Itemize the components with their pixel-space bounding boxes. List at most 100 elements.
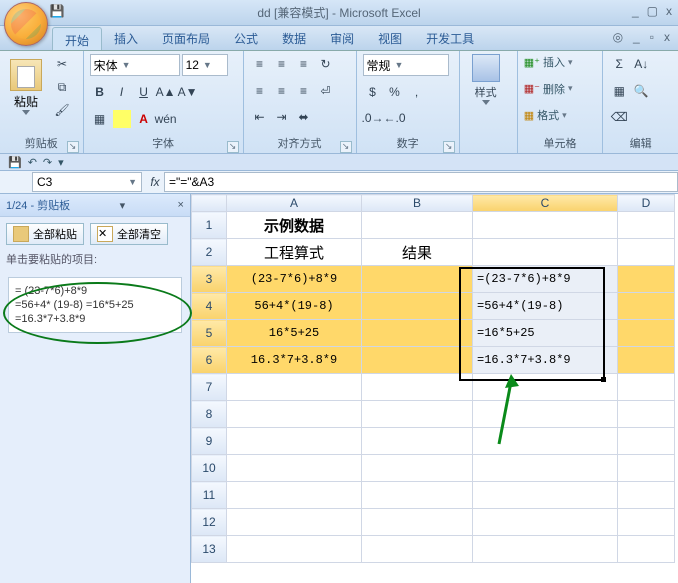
font-size-select[interactable]: 12▼ xyxy=(182,54,228,76)
styles-button[interactable]: 样式 xyxy=(466,54,506,105)
font-name-select[interactable]: 宋体▼ xyxy=(90,54,180,76)
fx-icon[interactable]: fx xyxy=(146,175,164,189)
comma-icon[interactable]: , xyxy=(408,83,426,101)
delete-cells-button[interactable]: ▦⁻删除▾ xyxy=(524,81,597,97)
row-header[interactable]: 10 xyxy=(192,455,227,482)
cell[interactable] xyxy=(618,212,675,239)
pane-close-icon[interactable]: × xyxy=(175,199,184,211)
wrap-text-icon[interactable]: ⏎ xyxy=(317,82,335,100)
row-header[interactable]: 9 xyxy=(192,428,227,455)
orientation-icon[interactable]: ↻ xyxy=(317,55,335,73)
grow-font-icon[interactable]: A▲ xyxy=(157,83,175,101)
cell[interactable] xyxy=(618,266,675,293)
qat-dropdown-icon[interactable]: ▾ xyxy=(58,156,64,169)
shrink-font-icon[interactable]: A▼ xyxy=(179,83,197,101)
row-header[interactable]: 6 xyxy=(192,347,227,374)
cell[interactable] xyxy=(618,509,675,536)
decrease-decimal-icon[interactable]: ←.0 xyxy=(386,109,404,127)
ribbon-restore-icon[interactable]: ▫ xyxy=(650,30,654,44)
bold-button[interactable]: B xyxy=(91,82,109,102)
cell[interactable] xyxy=(618,239,675,266)
row-header[interactable]: 3 xyxy=(192,266,227,293)
cell[interactable] xyxy=(618,293,675,320)
sort-filter-icon[interactable]: A↓ xyxy=(632,55,650,73)
cell[interactable] xyxy=(473,401,618,428)
phonetic-icon[interactable]: wén xyxy=(157,110,175,128)
cell[interactable] xyxy=(618,347,675,374)
align-middle-icon[interactable]: ≡ xyxy=(273,55,291,73)
cell[interactable] xyxy=(362,212,473,239)
tab-developer[interactable]: 开发工具 xyxy=(414,26,486,50)
tab-home[interactable]: 开始 xyxy=(52,27,102,50)
cell[interactable] xyxy=(618,401,675,428)
align-bottom-icon[interactable]: ≡ xyxy=(295,55,313,73)
cell[interactable] xyxy=(618,536,675,563)
help-icon[interactable]: ◎ xyxy=(613,30,623,44)
chevron-down-icon[interactable] xyxy=(22,110,30,115)
cell[interactable] xyxy=(362,266,473,293)
ribbon-minimize-icon[interactable]: _ xyxy=(633,30,640,44)
cell[interactable]: =56+4*(19-8) xyxy=(473,293,618,320)
tab-review[interactable]: 审阅 xyxy=(318,26,366,50)
col-header-b[interactable]: B xyxy=(362,195,473,212)
cell[interactable] xyxy=(362,320,473,347)
spreadsheet-grid[interactable]: A B C D 1 示例数据 2 工程算式 结果 3 (23-7*6)+8*9 … xyxy=(191,194,678,583)
row-header[interactable]: 8 xyxy=(192,401,227,428)
insert-cells-button[interactable]: ▦⁺插入▾ xyxy=(524,54,597,70)
increase-indent-icon[interactable]: ⇥ xyxy=(273,108,291,126)
cell[interactable] xyxy=(473,455,618,482)
tab-insert[interactable]: 插入 xyxy=(102,26,150,50)
format-painter-icon[interactable]: 🖌 xyxy=(53,101,71,119)
cell[interactable] xyxy=(362,428,473,455)
cell[interactable] xyxy=(618,455,675,482)
row-header[interactable]: 5 xyxy=(192,320,227,347)
cell[interactable] xyxy=(618,482,675,509)
minimize-icon[interactable]: _ xyxy=(632,4,639,18)
copy-icon[interactable]: ⧉ xyxy=(53,78,71,96)
find-select-icon[interactable]: 🔍 xyxy=(632,82,650,100)
row-header[interactable]: 7 xyxy=(192,374,227,401)
cell[interactable]: 16.3*7+3.8*9 xyxy=(227,347,362,374)
tab-formulas[interactable]: 公式 xyxy=(222,26,270,50)
cell[interactable]: =16*5+25 xyxy=(473,320,618,347)
underline-button[interactable]: U xyxy=(135,82,153,102)
col-header-a[interactable]: A xyxy=(227,195,362,212)
cell[interactable] xyxy=(473,212,618,239)
pane-menu-icon[interactable]: ▾ xyxy=(120,199,126,212)
cell[interactable] xyxy=(227,482,362,509)
clear-all-button[interactable]: ✕全部清空 xyxy=(90,223,168,245)
format-cells-button[interactable]: ▦格式▾ xyxy=(524,107,597,123)
close-icon[interactable]: x xyxy=(666,4,672,18)
font-color-icon[interactable]: A xyxy=(135,110,153,128)
row-header[interactable]: 13 xyxy=(192,536,227,563)
cell[interactable]: 56+4*(19-8) xyxy=(227,293,362,320)
merge-cells-icon[interactable]: ⬌ xyxy=(295,108,313,126)
cell[interactable] xyxy=(227,536,362,563)
tab-layout[interactable]: 页面布局 xyxy=(150,26,222,50)
number-format-select[interactable]: 常规▼ xyxy=(363,54,449,76)
cell[interactable] xyxy=(473,374,618,401)
percent-icon[interactable]: % xyxy=(386,83,404,101)
qat-undo-icon[interactable]: ↶ xyxy=(28,156,37,169)
align-center-icon[interactable]: ≡ xyxy=(273,82,291,100)
autosum-icon[interactable]: Σ xyxy=(610,55,628,73)
cell[interactable] xyxy=(227,428,362,455)
currency-icon[interactable]: $ xyxy=(364,83,382,101)
borders-icon[interactable]: ▦ xyxy=(91,110,109,128)
cell[interactable] xyxy=(473,428,618,455)
cell[interactable] xyxy=(227,401,362,428)
restore-icon[interactable]: ▢ xyxy=(647,4,658,18)
cell[interactable] xyxy=(362,347,473,374)
cell[interactable] xyxy=(618,374,675,401)
col-header-d[interactable]: D xyxy=(618,195,675,212)
cell[interactable]: 结果 xyxy=(362,239,473,266)
tab-data[interactable]: 数据 xyxy=(270,26,318,50)
cell[interactable] xyxy=(362,374,473,401)
cell[interactable] xyxy=(618,428,675,455)
number-dialog-icon[interactable]: ↘ xyxy=(443,141,455,153)
qat-save-icon[interactable]: 💾 xyxy=(8,156,22,169)
tab-view[interactable]: 视图 xyxy=(366,26,414,50)
select-all-corner[interactable] xyxy=(192,195,227,212)
cell[interactable] xyxy=(227,374,362,401)
cell[interactable] xyxy=(473,482,618,509)
